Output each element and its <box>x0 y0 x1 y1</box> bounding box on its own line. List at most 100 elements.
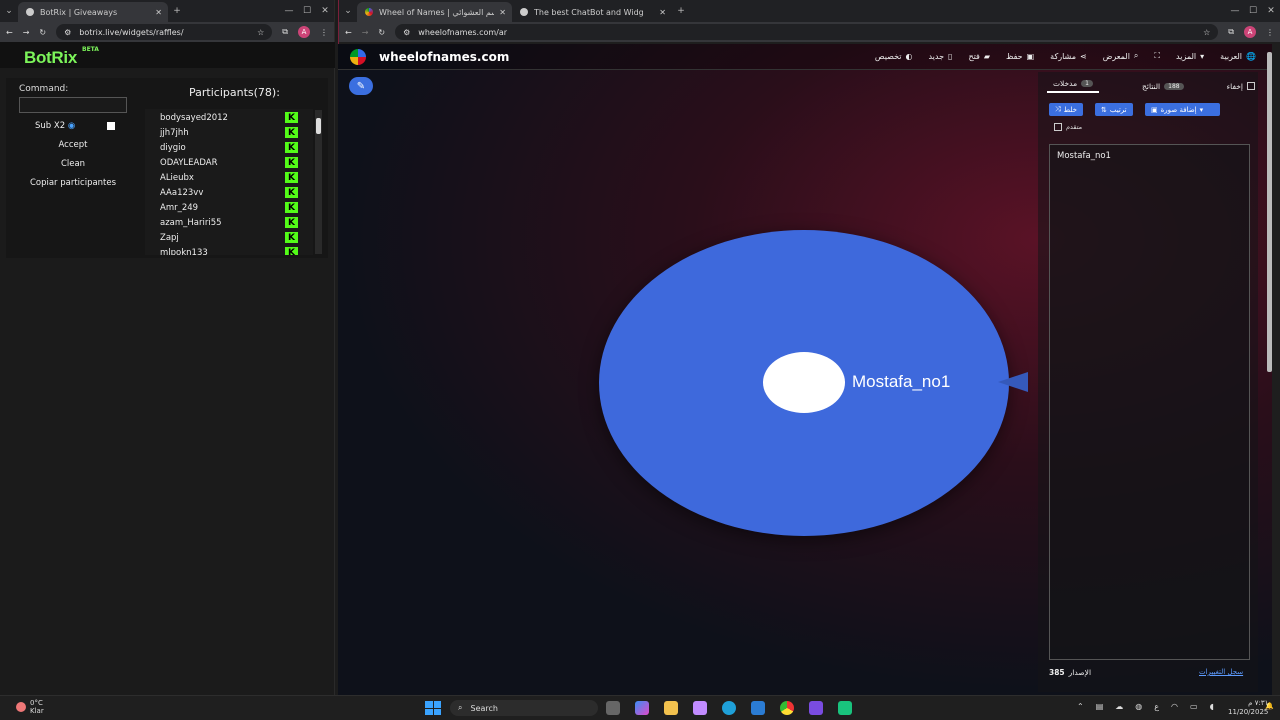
weather-widget[interactable]: 0°C Klar <box>16 699 44 715</box>
participant-name: jjh7jhh <box>160 127 189 138</box>
new-tab-icon[interactable]: + <box>168 6 186 16</box>
whatsapp-icon[interactable] <box>838 701 852 715</box>
shuffle-button[interactable]: ⤨ خلط <box>1049 103 1083 116</box>
copy-participants-button[interactable]: Copiar participantes <box>19 175 127 191</box>
file-explorer-icon[interactable] <box>664 701 678 715</box>
new-button[interactable]: جديد ▯ <box>928 51 952 61</box>
pencil-icon[interactable]: ✎ <box>349 77 373 95</box>
entries-textarea[interactable]: Mostafa_no1 <box>1049 144 1250 660</box>
url-field[interactable]: ⚙ wheelofnames.com/ar ☆ <box>395 24 1219 40</box>
task-view-icon[interactable] <box>606 701 620 715</box>
minimize-icon[interactable]: — <box>1226 6 1244 16</box>
menu-icon[interactable]: ⋮ <box>1266 28 1274 37</box>
url-field[interactable]: ⚙ botrix.live/widgets/raffles/ ☆ <box>56 24 273 40</box>
reload-icon[interactable]: ↻ <box>378 28 385 37</box>
top-toolbar: العربية 🌐 المزيد ▾ ⛶ المعرض ⌕ مشاركة ⋖ حفظ ▣ … <box>758 51 1256 61</box>
advanced-checkbox[interactable] <box>1054 123 1062 131</box>
chevron-up-icon[interactable]: ⌃ <box>1077 702 1084 711</box>
close-tab-icon[interactable]: ✕ <box>155 8 162 17</box>
kick-icon: K <box>285 142 298 153</box>
wifi-icon[interactable]: ◠ <box>1171 702 1178 711</box>
start-icon[interactable] <box>425 701 441 715</box>
sub-x2-checkbox[interactable] <box>107 122 115 130</box>
volume-icon[interactable]: ◖ <box>1210 702 1214 711</box>
more-button[interactable]: المزيد ▾ <box>1176 51 1204 61</box>
tab-list-icon[interactable]: ⌄ <box>339 6 357 16</box>
language-button[interactable]: العربية 🌐 <box>1220 51 1256 61</box>
extensions-icon[interactable]: ⧉ <box>1228 27 1234 37</box>
save-icon: ▣ <box>1026 51 1035 61</box>
changelog-link[interactable]: سجل التغييرات <box>1199 668 1243 676</box>
edge-icon[interactable] <box>722 701 736 715</box>
forward-icon[interactable]: → <box>362 28 369 37</box>
clean-button[interactable]: Clean <box>19 156 127 172</box>
share-button[interactable]: مشاركة ⋖ <box>1050 51 1087 61</box>
add-image-button[interactable]: ▣ إضافة صورة ▾ <box>1145 103 1220 116</box>
info-icon: ◉ <box>67 121 76 131</box>
tab-list-icon[interactable]: ⌄ <box>0 6 18 16</box>
tab-entries[interactable]: مدخلات 1 <box>1047 79 1099 93</box>
taskbar-apps <box>606 701 852 715</box>
display-icon[interactable]: ▭ <box>1190 702 1198 711</box>
back-icon[interactable]: ← <box>345 28 352 37</box>
language-indicator[interactable]: ع <box>1154 702 1159 711</box>
close-window-icon[interactable]: ✕ <box>316 6 334 16</box>
clock[interactable]: ٧:٣١ م 11/20/2025 <box>1228 699 1268 717</box>
profile-avatar[interactable]: A <box>298 26 310 38</box>
tray-app2-icon[interactable]: ◍ <box>1135 702 1142 711</box>
hide-checkbox[interactable] <box>1246 82 1255 90</box>
tab-results[interactable]: النتائج 188 <box>1142 82 1184 91</box>
copilot-icon[interactable] <box>635 701 649 715</box>
gallery-button[interactable]: المعرض ⌕ <box>1103 51 1139 61</box>
close-tab-icon[interactable]: ✕ <box>659 8 666 17</box>
entries-count-badge: 1 <box>1081 80 1093 87</box>
discord-icon[interactable] <box>809 701 823 715</box>
tray-app-icon[interactable]: ▤ <box>1096 702 1104 711</box>
cloud-icon[interactable]: ☁ <box>1115 702 1123 711</box>
customize-button[interactable]: تخصيص ◐ <box>875 51 913 61</box>
accept-button[interactable]: Accept <box>19 137 127 153</box>
sort-button[interactable]: ⇅ ترتيب <box>1095 103 1133 116</box>
scrollbar[interactable] <box>315 110 322 254</box>
advanced-toggle[interactable]: متقدم <box>1054 123 1082 131</box>
fullscreen-button[interactable]: ⛶ <box>1154 51 1160 61</box>
profile-avatar[interactable]: A <box>1244 26 1256 38</box>
tab-wheel-of-names[interactable]: Wheel of Names | عجلة الإسم العشوائي ✕ <box>357 2 512 22</box>
scrollbar-thumb[interactable] <box>316 118 321 134</box>
kick-icon: K <box>285 172 298 183</box>
tab-title: Wheel of Names | عجلة الإسم العشوائي <box>379 7 494 17</box>
bookmark-star-icon[interactable]: ☆ <box>257 28 264 37</box>
forward-icon[interactable]: → <box>23 28 30 37</box>
hide-toggle[interactable]: إخفاء <box>1227 82 1255 91</box>
list-item: ODAYLEADAR K <box>145 155 313 170</box>
notification-icon[interactable]: 🔔 <box>1265 702 1274 710</box>
list-item: ALieubx K <box>145 170 313 185</box>
site-info-icon[interactable]: ⚙ <box>403 28 410 37</box>
chrome-icon[interactable] <box>780 701 794 715</box>
extensions-icon[interactable]: ⧉ <box>282 27 288 37</box>
bookmark-star-icon[interactable]: ☆ <box>1203 28 1210 37</box>
open-button[interactable]: فتح ▰ <box>968 51 990 61</box>
participants-list[interactable]: bodysayed2012 K jjh7jhh K diygio K ODAYLEAD… <box>145 109 313 255</box>
reload-icon[interactable]: ↻ <box>39 28 46 37</box>
tab-botrix[interactable]: BotRix | Giveaways ✕ <box>18 2 168 22</box>
calendar-app-icon[interactable] <box>693 701 707 715</box>
back-icon[interactable]: ← <box>6 28 13 37</box>
maximize-icon[interactable]: ☐ <box>298 6 316 16</box>
mail-icon[interactable] <box>751 701 765 715</box>
taskbar-search[interactable]: ⌕ Search <box>450 700 598 716</box>
close-window-icon[interactable]: ✕ <box>1262 6 1280 16</box>
minimize-icon[interactable]: — <box>280 6 298 16</box>
site-info-icon[interactable]: ⚙ <box>64 28 71 37</box>
site-logo-icon[interactable] <box>350 49 372 65</box>
command-input[interactable] <box>19 97 127 113</box>
maximize-icon[interactable]: ☐ <box>1244 6 1262 16</box>
tab-botrix-chatbot[interactable]: The best ChatBot and Widgets ✕ <box>512 2 672 22</box>
site-name[interactable]: wheelofnames.com <box>379 50 509 64</box>
wheel-center[interactable] <box>763 352 845 413</box>
close-tab-icon[interactable]: ✕ <box>499 8 506 17</box>
new-tab-icon[interactable]: + <box>672 6 690 16</box>
menu-icon[interactable]: ⋮ <box>320 28 328 37</box>
save-button[interactable]: حفظ ▣ <box>1006 51 1034 61</box>
page-scrollbar[interactable] <box>1267 52 1272 372</box>
